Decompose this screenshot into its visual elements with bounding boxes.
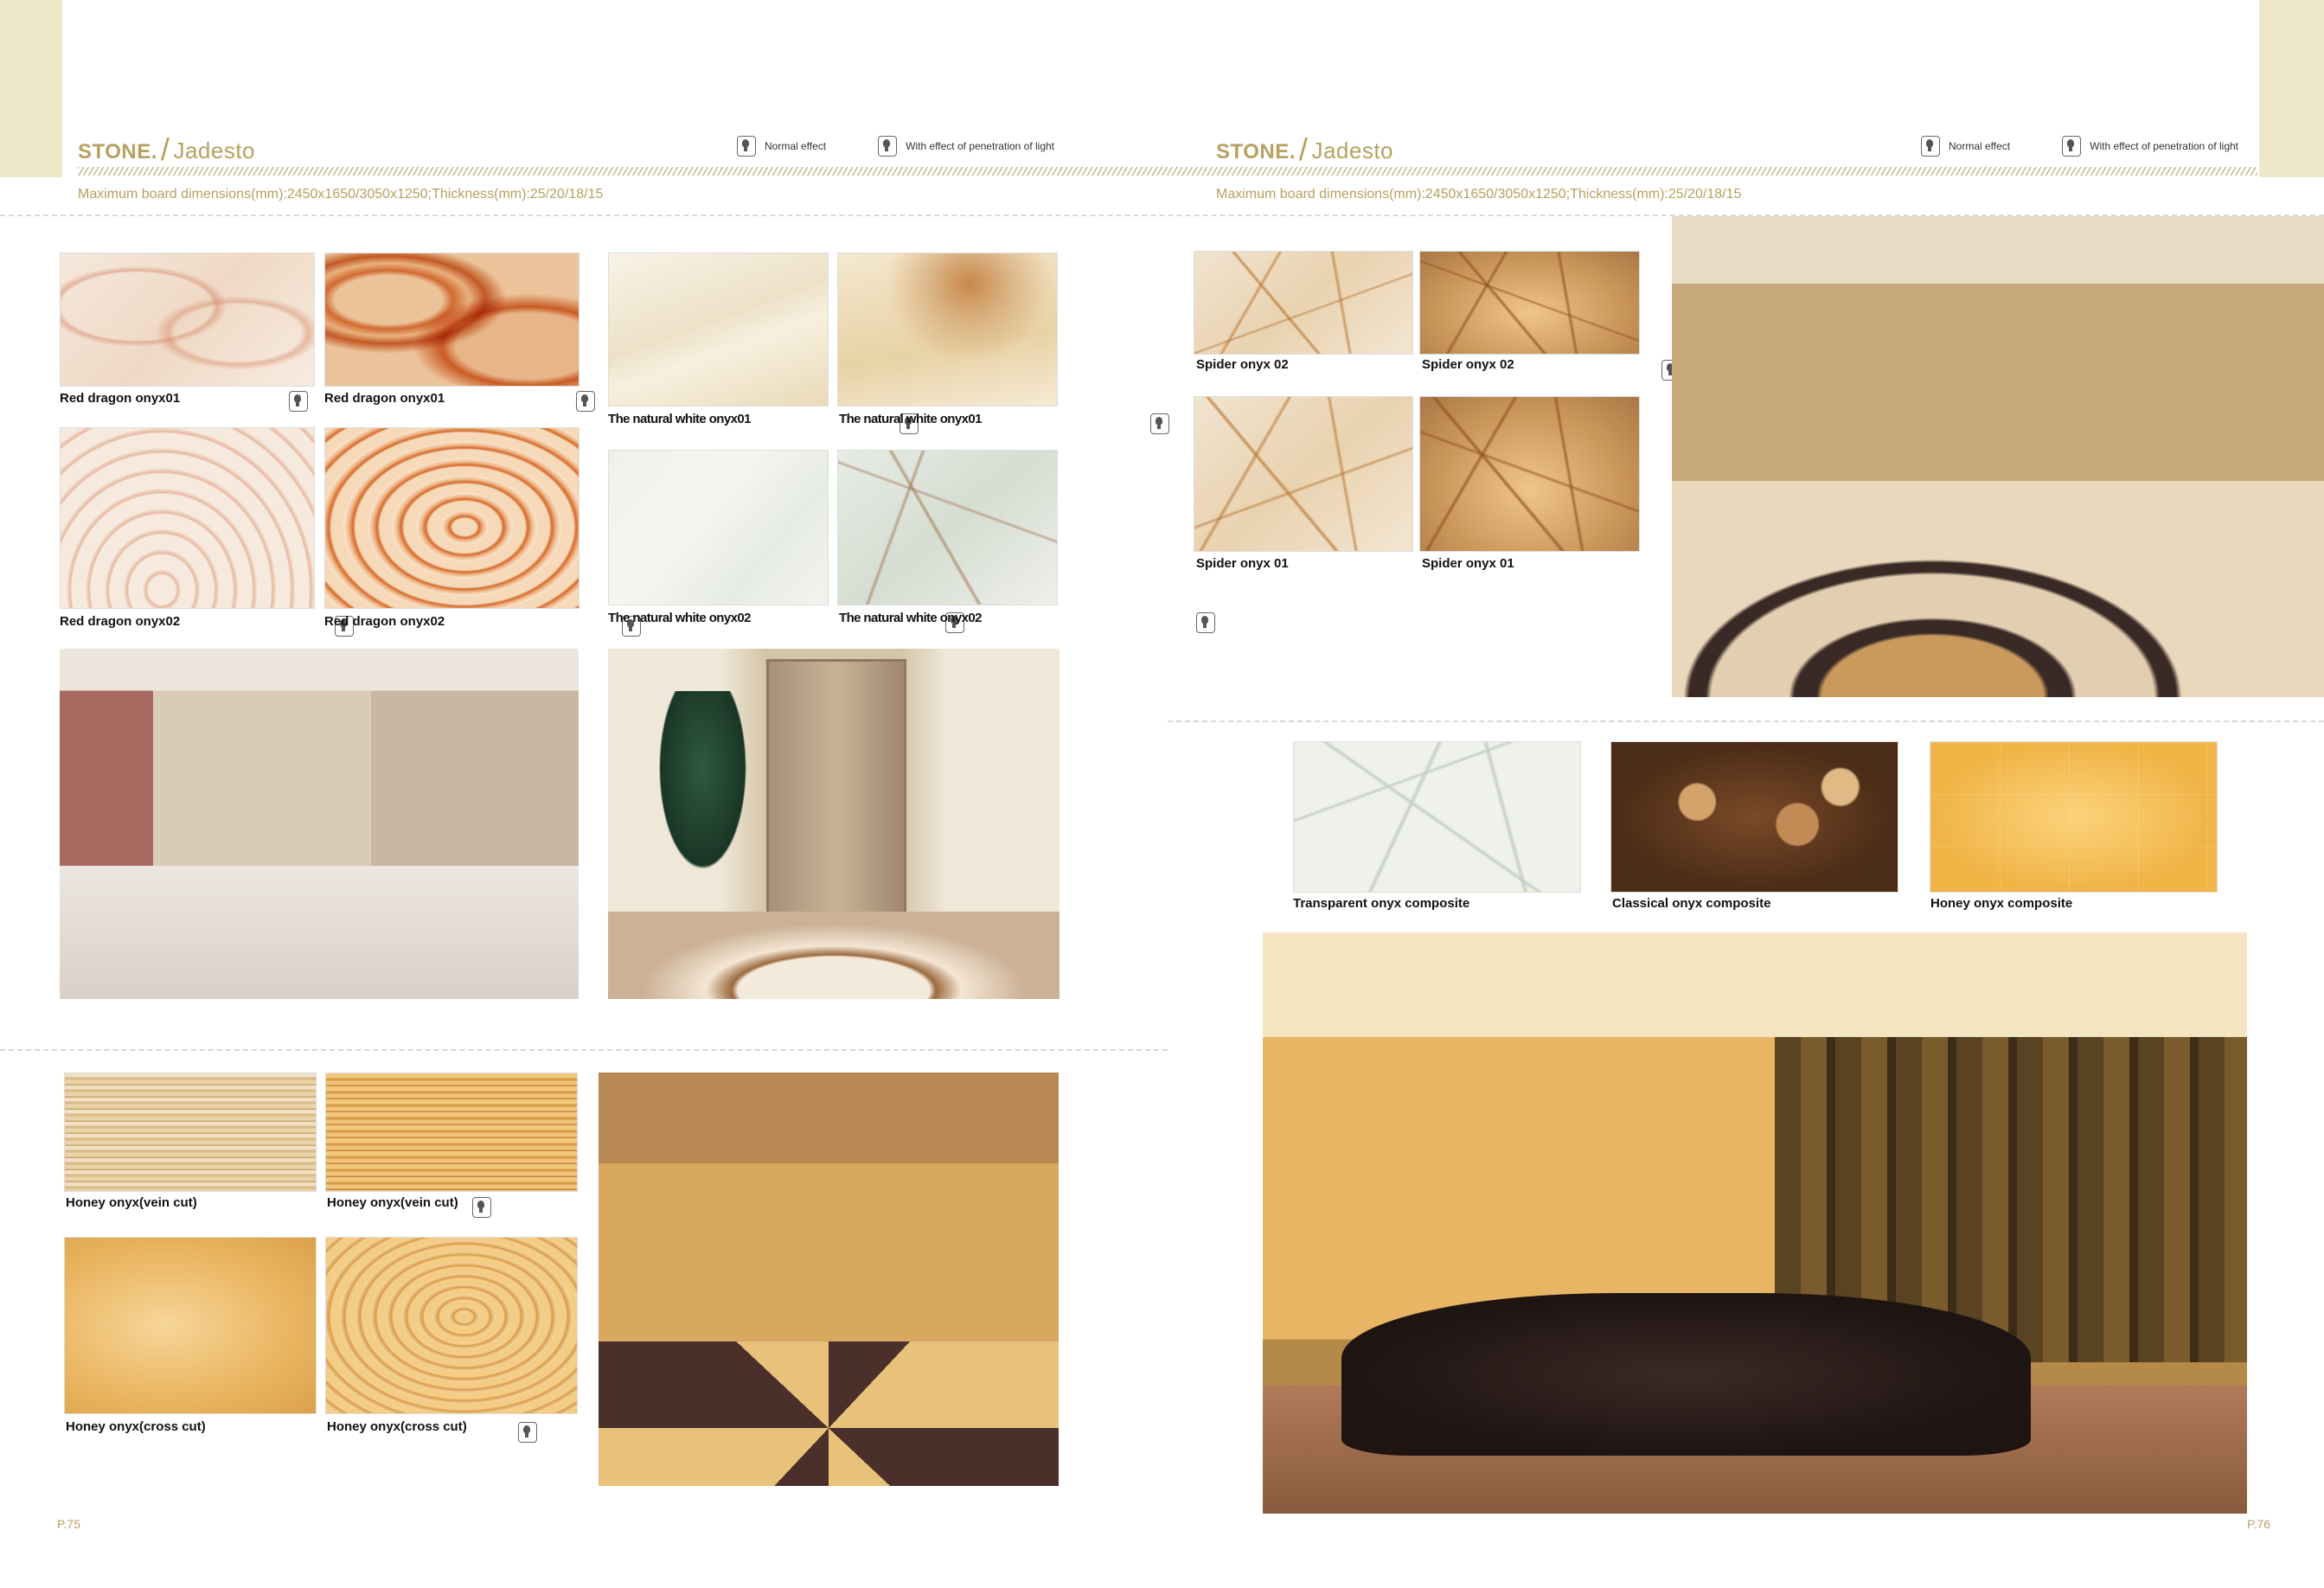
swatch-natural-white-01 (608, 253, 829, 407)
lightbulb-icon (471, 1197, 491, 1218)
left-section-divider (0, 1049, 1168, 1051)
legend-light-label: With effect of penetration of light (2090, 140, 2239, 152)
caption-red-dragon-01-lit: Red dragon onyx01 (324, 391, 445, 406)
lightbulb-icon (2062, 136, 2082, 157)
brand-name: STONE. (1216, 140, 1296, 163)
swatch-red-dragon-02-lit (324, 427, 579, 609)
swatch-honey-composite (1930, 741, 2218, 893)
brand-name: STONE. (78, 140, 157, 163)
caption-natural-white-02: The natural white onyx02 (608, 611, 751, 625)
caption-spider-01-lit: Spider onyx 01 (1422, 556, 1514, 571)
photo-plant (653, 690, 753, 884)
left-corner-tab (0, 0, 62, 177)
swatch-spider-02 (1194, 251, 1413, 355)
caption-spider-01: Spider onyx 01 (1196, 556, 1289, 571)
caption-spider-02-lit: Spider onyx 02 (1422, 357, 1514, 372)
lightbulb-icon (576, 391, 596, 412)
lightbulb-icon (737, 136, 756, 157)
lightbulb-icon (1150, 413, 1170, 434)
swatch-spider-01-lit (1419, 396, 1640, 552)
caption-spider-02: Spider onyx 02 (1196, 357, 1289, 372)
caption-natural-white-01-lit: The natural white onyx01 (839, 412, 982, 426)
swatch-classical-composite (1610, 741, 1898, 893)
caption-red-dragon-02-lit: Red dragon onyx02 (324, 614, 445, 629)
swatch-spider-02-lit (1419, 251, 1640, 355)
dimensions-right: Maximum board dimensions(mm):2450x1650/3… (1216, 187, 1742, 202)
lightbulb-icon (878, 136, 898, 157)
swatch-red-dragon-01-lit (324, 253, 579, 387)
dimensions-left: Maximum board dimensions(mm):2450x1650/3… (78, 187, 604, 202)
caption-honey-cross-cut-lit: Honey onyx(cross cut) (327, 1419, 467, 1434)
header-rule (78, 167, 2257, 176)
caption-honey-vein-cut: Honey onyx(vein cut) (66, 1195, 197, 1210)
photo-floor (60, 866, 579, 999)
right-corner-tab (2259, 0, 2324, 177)
swatch-transparent-composite (1293, 741, 1581, 893)
brand-slash: / (160, 131, 170, 167)
photo-elevator-door (765, 659, 907, 917)
photo-reception-hall (599, 1073, 1059, 1486)
lightbulb-icon (289, 391, 308, 412)
legend-left: Normal effect With effect of penetration… (737, 136, 1054, 157)
caption-honey-vein-cut-lit: Honey onyx(vein cut) (327, 1195, 458, 1210)
caption-transparent-composite: Transparent onyx composite (1293, 896, 1470, 911)
swatch-red-dragon-02 (60, 427, 315, 609)
brand-slash: / (1298, 131, 1309, 167)
caption-red-dragon-01: Red dragon onyx01 (60, 391, 181, 406)
swatch-honey-vein-cut (64, 1073, 317, 1192)
photo-sofa (1341, 1292, 2031, 1456)
swatch-honey-cross-cut-lit (325, 1237, 578, 1414)
caption-natural-white-02-lit: The natural white onyx02 (839, 611, 982, 625)
lightbulb-icon (1921, 136, 1940, 157)
brand-sub: Jadesto (1311, 138, 1394, 163)
caption-honey-composite: Honey onyx composite (1930, 896, 2073, 911)
photo-floor (1672, 480, 2324, 697)
photo-floor (608, 911, 1060, 999)
swatch-natural-white-02 (608, 450, 829, 605)
lightbulb-icon (517, 1422, 537, 1443)
legend-right: Normal effect With effect of penetration… (1921, 136, 2238, 157)
page-number-left: P.75 (57, 1517, 80, 1531)
right-section-divider (1168, 720, 2324, 722)
brand-title-right: STONE. / Jadesto (1216, 130, 1394, 167)
legend-normal-label: Normal effect (1949, 140, 2011, 152)
brand-title-left: STONE. / Jadesto (78, 130, 256, 167)
caption-red-dragon-02: Red dragon onyx02 (60, 614, 181, 629)
photo-luxury-salon (1263, 932, 2247, 1514)
lightbulb-icon (1196, 612, 1216, 633)
brand-sub: Jadesto (173, 138, 256, 163)
swatch-honey-cross-cut (64, 1237, 317, 1414)
caption-natural-white-01: The natural white onyx01 (608, 412, 751, 426)
swatch-natural-white-01-lit (837, 253, 1058, 407)
photo-elevator-lobby (608, 649, 1060, 999)
photo-floor (599, 1341, 1059, 1486)
photo-hotel-lobby (1672, 216, 2324, 697)
legend-normal-label: Normal effect (765, 140, 827, 152)
page-number-right: P.76 (2247, 1517, 2270, 1531)
swatch-spider-01 (1194, 396, 1413, 552)
swatch-red-dragon-01 (60, 253, 315, 387)
caption-honey-cross-cut: Honey onyx(cross cut) (66, 1419, 206, 1434)
caption-classical-composite: Classical onyx composite (1612, 896, 1771, 911)
photo-living-room (60, 649, 579, 999)
swatch-natural-white-02-lit (837, 450, 1058, 605)
swatch-honey-vein-cut-lit (325, 1073, 578, 1192)
legend-light-label: With effect of penetration of light (906, 140, 1055, 152)
